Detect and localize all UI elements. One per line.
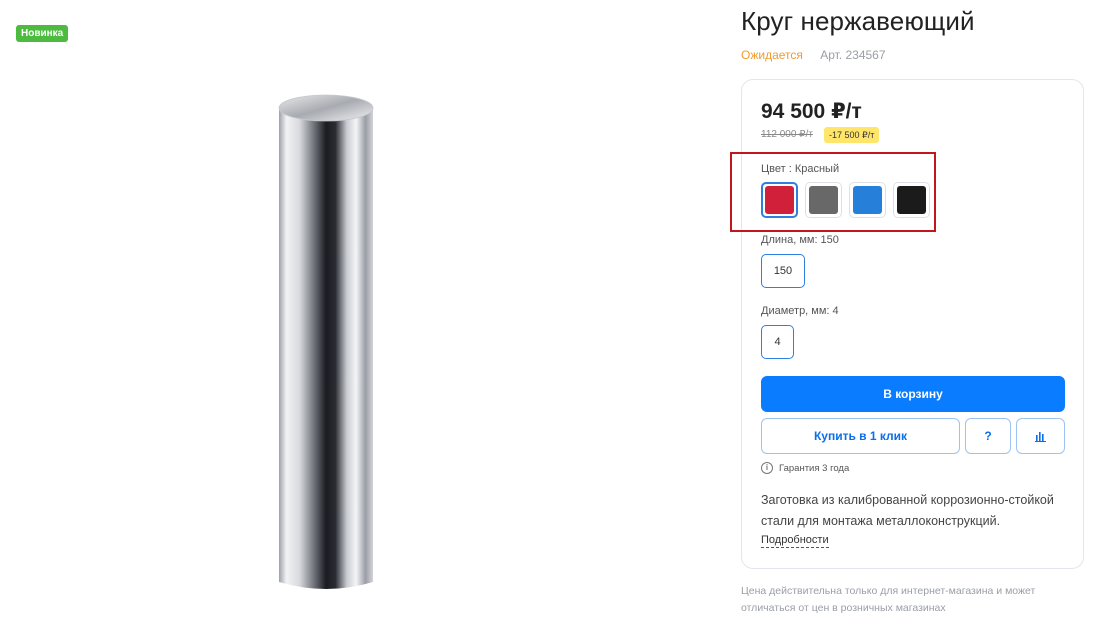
- buy-one-click-button[interactable]: Купить в 1 клик: [761, 418, 960, 454]
- compare-button[interactable]: [1016, 418, 1065, 454]
- color-swatch-black[interactable]: [893, 182, 930, 218]
- sku-label: Арт. 234567: [820, 48, 886, 62]
- info-icon: i: [761, 462, 773, 474]
- color-swatch-blue[interactable]: [849, 182, 886, 218]
- new-badge: Новинка: [16, 25, 69, 42]
- ask-question-button[interactable]: ?: [965, 418, 1011, 454]
- swatch-fill: [765, 186, 794, 214]
- color-option-label: Цвет : Красный: [761, 163, 840, 175]
- details-link[interactable]: Подробности: [761, 534, 829, 548]
- discount-badge: -17 500 ₽/т: [824, 127, 880, 143]
- price-disclaimer: Цена действительна только для интернет-м…: [741, 585, 1036, 614]
- warranty-text: Гарантия 3 года: [779, 462, 850, 474]
- swatch-fill: [809, 186, 838, 214]
- diameter-option-label: Диаметр, мм: 4: [761, 305, 839, 317]
- color-swatch-gray[interactable]: [805, 182, 842, 218]
- color-swatches: [761, 182, 930, 218]
- length-option-150[interactable]: 150: [761, 254, 805, 288]
- old-price: 112 000 ₽/т: [761, 129, 813, 140]
- swatch-fill: [897, 186, 926, 214]
- warranty-info: i Гарантия 3 года: [761, 462, 849, 474]
- product-meta: Ожидается Арт. 234567: [741, 48, 886, 62]
- product-title: Круг нержавеющий: [741, 6, 975, 36]
- diameter-option-4[interactable]: 4: [761, 325, 794, 359]
- bar-chart-icon: [1034, 432, 1046, 442]
- product-description: Заготовка из калиброванной коррозионно-с…: [761, 493, 1054, 528]
- color-swatch-red[interactable]: [761, 182, 798, 218]
- product-image: [278, 94, 374, 589]
- purchase-card: 94 500 ₽/т 112 000 ₽/т -17 500 ₽/т Цвет …: [741, 79, 1084, 569]
- current-price: 94 500 ₽/т: [761, 100, 862, 123]
- swatch-fill: [853, 186, 882, 214]
- add-to-cart-button[interactable]: В корзину: [761, 376, 1065, 412]
- availability-status: Ожидается: [741, 48, 803, 62]
- length-option-label: Длина, мм: 150: [761, 234, 839, 246]
